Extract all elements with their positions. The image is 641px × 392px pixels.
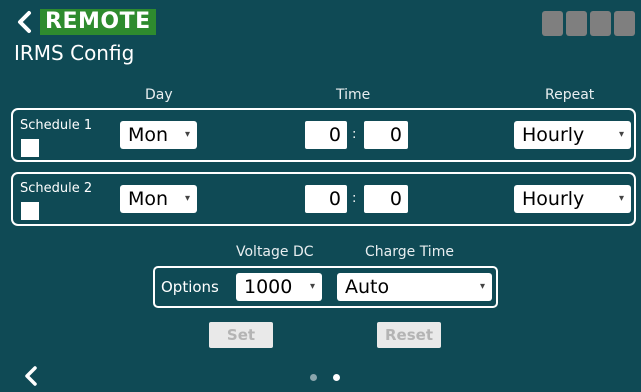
schedule-2-label: Schedule 2 [20,181,93,196]
dropdown-arrow-icon: ▾ [184,129,190,140]
charge-time-header: Charge Time [365,244,454,260]
voltage-dc-select[interactable]: 1000 ▾ [236,273,322,301]
dropdown-arrow-icon: ▾ [618,193,624,204]
voltage-dc-header: Voltage DC [236,244,314,260]
column-header-time: Time [336,87,371,103]
time-separator: : [352,127,357,142]
column-header-day: Day [145,87,173,103]
page-indicator-dot-active[interactable] [333,374,340,381]
signal-bar [566,11,587,36]
schedule-1-label: Schedule 1 [20,118,93,133]
signal-bar [590,11,611,36]
voltage-dc-value: 1000 [244,276,293,298]
dropdown-arrow-icon: ▾ [479,281,485,292]
remote-badge: REMOTE [40,9,156,35]
dropdown-arrow-icon: ▾ [618,129,624,140]
page-title: IRMS Config [14,41,135,65]
schedule-2-minute-field[interactable]: 0 [364,185,408,213]
schedule-2-hour-field[interactable]: 0 [305,185,347,213]
schedule-2-checkbox[interactable] [21,202,39,220]
schedule-1-repeat-value: Hourly [522,124,585,146]
options-label: Options [161,278,219,296]
schedule-1-day-value: Mon [128,124,169,146]
dropdown-arrow-icon: ▾ [309,281,315,292]
schedule-1-day-select[interactable]: Mon ▾ [120,121,197,149]
schedule-2-day-select[interactable]: Mon ▾ [120,185,197,213]
signal-bar [614,11,635,36]
schedule-1-checkbox[interactable] [21,139,39,157]
page-indicator-dot[interactable] [310,374,317,381]
back-nav-icon[interactable] [20,364,44,388]
set-button[interactable]: Set [209,322,273,348]
back-icon[interactable] [12,8,40,36]
schedule-1-minute-field[interactable]: 0 [364,121,408,149]
signal-bar [542,11,563,36]
column-header-repeat: Repeat [545,87,595,103]
dropdown-arrow-icon: ▾ [184,193,190,204]
charge-time-value: Auto [345,276,390,298]
schedule-2-repeat-value: Hourly [522,188,585,210]
schedule-1-repeat-select[interactable]: Hourly ▾ [514,121,631,149]
schedule-2-repeat-select[interactable]: Hourly ▾ [514,185,631,213]
schedule-1-hour-field[interactable]: 0 [305,121,347,149]
charge-time-select[interactable]: Auto ▾ [337,273,492,301]
time-separator: : [352,191,357,206]
reset-button[interactable]: Reset [377,322,441,348]
schedule-2-day-value: Mon [128,188,169,210]
